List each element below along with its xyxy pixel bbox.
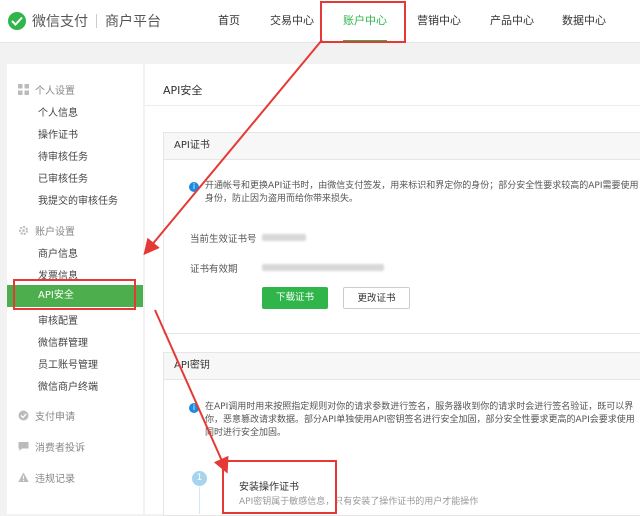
- arrow-icon: [154, 309, 229, 474]
- annotation-arrows: [143, 39, 323, 474]
- arrow-icon: [143, 39, 323, 256]
